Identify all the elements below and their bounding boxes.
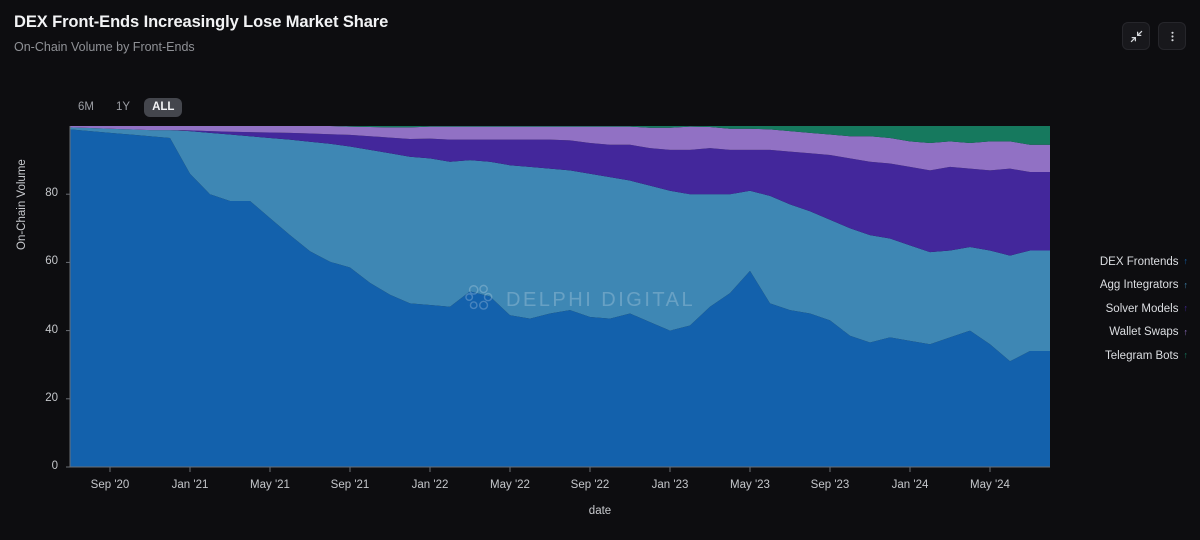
range-option-all[interactable]: ALL: [144, 98, 182, 117]
legend-series-marker-icon: ↑: [1184, 304, 1189, 313]
y-tick-label: 0: [28, 460, 58, 472]
y-axis-title: On-Chain Volume: [16, 159, 28, 250]
x-tick-label: Jan '22: [412, 479, 449, 491]
x-tick-label: Sep '22: [571, 479, 610, 491]
range-option-6m[interactable]: 6M: [70, 98, 102, 117]
y-tick-label: 20: [28, 392, 58, 404]
y-tick-label: 40: [28, 324, 58, 336]
x-tick-label: Sep '20: [91, 479, 130, 491]
legend-series-marker-icon: ↑: [1184, 351, 1189, 360]
page-title: DEX Front-Ends Increasingly Lose Market …: [14, 12, 1186, 32]
legend-item-solver-models[interactable]: Solver Models ↑: [1060, 297, 1188, 321]
legend-item-agg-integrators[interactable]: Agg Integrators ↑: [1060, 274, 1188, 298]
chart-legend: DEX Frontends↑Agg Integrators↑Solver Mod…: [1060, 250, 1188, 368]
range-option-1y[interactable]: 1Y: [108, 98, 138, 117]
area-band-wallet-swaps: [70, 126, 1050, 172]
stacked-area-chart: [0, 0, 1200, 540]
x-tick-label: May '23: [730, 479, 770, 491]
header-actions: [1122, 22, 1186, 50]
x-tick-label: Sep '21: [331, 479, 370, 491]
x-tick-label: May '24: [970, 479, 1010, 491]
legend-item-wallet-swaps[interactable]: Wallet Swaps ↑: [1060, 321, 1188, 345]
chart-panel: DEX Front-Ends Increasingly Lose Market …: [0, 0, 1200, 540]
more-options-button[interactable]: [1158, 22, 1186, 50]
legend-item-label: Wallet Swaps: [1109, 326, 1178, 338]
collapse-button[interactable]: [1122, 22, 1150, 50]
watermark-text: DELPHI DIGITAL: [506, 289, 695, 312]
legend-series-marker-icon: ↑: [1184, 328, 1189, 337]
x-tick-label: Jan '23: [652, 479, 689, 491]
page-subtitle: On-Chain Volume by Front-Ends: [14, 40, 1186, 55]
chart-header: DEX Front-Ends Increasingly Lose Market …: [14, 12, 1186, 68]
legend-series-marker-icon: ↑: [1184, 257, 1189, 266]
x-tick-label: Sep '23: [811, 479, 850, 491]
legend-item-telegram-bots[interactable]: Telegram Bots ↑: [1060, 344, 1188, 368]
collapse-arrows-icon: [1130, 30, 1143, 43]
y-tick-label: 60: [28, 255, 58, 267]
x-tick-label: Jan '21: [172, 479, 209, 491]
x-axis-title: date: [0, 505, 1200, 517]
more-vertical-icon: [1166, 30, 1179, 43]
y-tick-label: 80: [28, 187, 58, 199]
area-band-agg-integrators: [70, 127, 1050, 361]
legend-item-label: Telegram Bots: [1105, 350, 1179, 362]
area-band-solver-models: [70, 127, 1050, 255]
watermark: DELPHI DIGITAL: [462, 280, 695, 321]
x-tick-label: May '22: [490, 479, 530, 491]
x-tick-label: May '21: [250, 479, 290, 491]
legend-item-label: Solver Models: [1106, 303, 1179, 315]
area-band-dex-frontends: [70, 129, 1050, 467]
legend-series-marker-icon: ↑: [1184, 281, 1189, 290]
area-band-telegram-bots: [70, 126, 1050, 145]
chart-plot-area: [0, 0, 1200, 540]
legend-item-dex-frontends[interactable]: DEX Frontends ↑: [1060, 250, 1188, 274]
legend-item-label: Agg Integrators: [1100, 279, 1179, 291]
delphi-logo-icon: [462, 280, 498, 321]
x-tick-label: Jan '24: [892, 479, 929, 491]
legend-item-label: DEX Frontends: [1100, 256, 1179, 268]
range-selector: 6M 1Y ALL: [70, 98, 182, 117]
